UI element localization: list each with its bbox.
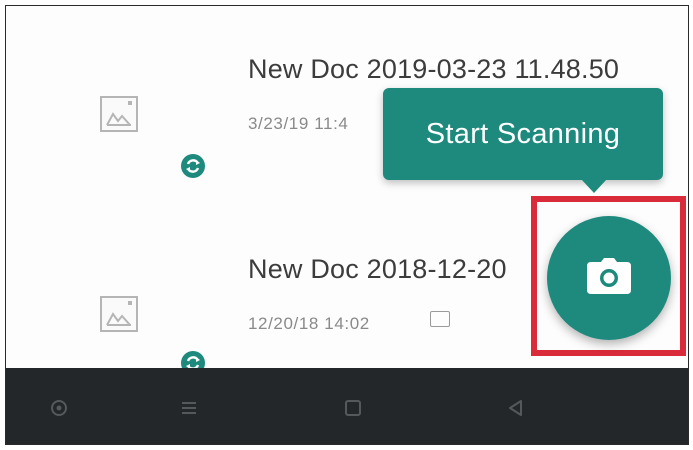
start-scanning-tooltip: Start Scanning (383, 88, 663, 180)
menu-icon[interactable] (174, 393, 204, 423)
square-icon[interactable] (338, 393, 368, 423)
document-title: New Doc 2019-03-23 11.48.50 (248, 54, 620, 84)
sync-icon (180, 153, 206, 179)
circle-icon[interactable] (44, 393, 74, 423)
screenshot-frame: New Doc 2019-03-23 11.48.50 3/23/19 11:4… (5, 5, 689, 445)
document-date: 3/23/19 11:4 (248, 114, 349, 133)
scan-camera-button[interactable] (547, 216, 671, 340)
page-count-icon (430, 311, 450, 327)
tooltip-arrow (581, 179, 607, 193)
tooltip-label: Start Scanning (425, 117, 621, 150)
camera-icon (587, 257, 631, 299)
document-title: New Doc 2018-12-20 (248, 254, 507, 284)
back-triangle-icon[interactable] (501, 393, 531, 423)
document-date: 12/20/18 14:02 (248, 314, 370, 333)
image-placeholder-icon (99, 94, 139, 134)
system-navigation-bar (6, 368, 688, 444)
image-placeholder-icon (99, 294, 139, 334)
